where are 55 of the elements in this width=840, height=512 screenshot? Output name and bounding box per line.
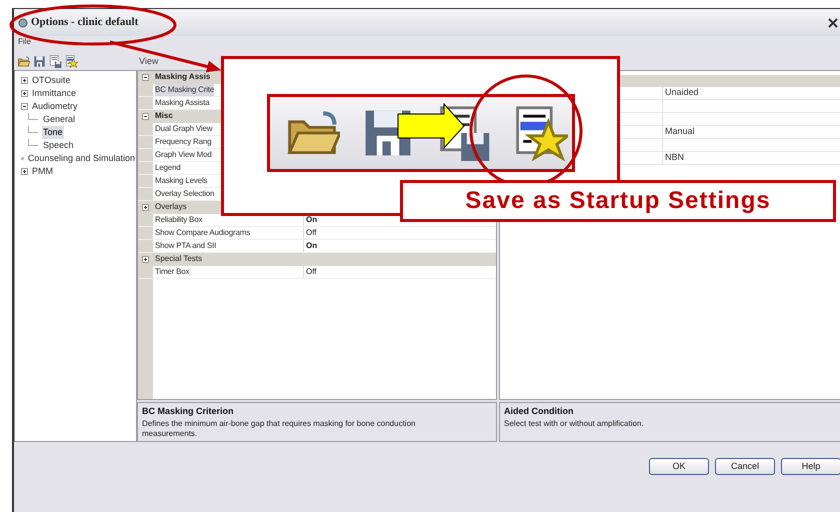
property-name[interactable]: Masking Assista — [155, 97, 210, 109]
property-value[interactable]: Off — [306, 266, 317, 278]
property-name[interactable]: Legend — [155, 162, 180, 174]
tree-item[interactable]: Tone — [42, 126, 64, 140]
category-label: Overlays — [154, 201, 187, 213]
property-value[interactable]: On — [306, 214, 318, 226]
callout-label: Save as Startup Settings — [465, 186, 771, 216]
window-title: Options - clinic default — [31, 15, 138, 30]
property-value[interactable]: On — [306, 240, 318, 252]
menu-item[interactable]: File — [18, 36, 31, 48]
tree-item[interactable]: PMM — [31, 164, 54, 178]
expand-icon[interactable] — [21, 90, 28, 97]
property-name[interactable]: Graph View Mod — [155, 149, 212, 161]
tree-item[interactable]: Counseling and Simulation — [26, 152, 136, 166]
tree-item[interactable]: OTOsuite — [31, 74, 72, 88]
expand-icon[interactable] — [21, 77, 28, 84]
tree-item[interactable]: Immittance — [31, 86, 78, 100]
collapse-icon[interactable] — [142, 74, 149, 81]
tree-item[interactable]: Speech — [42, 138, 75, 152]
big-arrow — [398, 102, 465, 150]
property-name[interactable]: Dual Graph View — [155, 123, 212, 135]
dialog-button[interactable]: Cancel — [715, 458, 775, 475]
property-name[interactable]: Frequency Rang — [155, 136, 212, 148]
grid-header: View — [139, 54, 158, 68]
document-star-icon[interactable] — [65, 55, 78, 68]
description-text: Select test with or without amplification. — [504, 418, 645, 428]
category-label: Misc — [154, 110, 173, 122]
property-value[interactable]: Manual — [665, 125, 695, 139]
tree-item[interactable]: General — [42, 112, 76, 126]
dialog-button[interactable]: OK — [649, 458, 709, 475]
description-text: Defines the minimum air-bone gap that requires masking for bone conduction measurements. — [142, 418, 416, 438]
property-value[interactable]: NBN — [665, 151, 684, 165]
close-icon[interactable] — [826, 16, 840, 30]
property-name[interactable]: Masking Levels — [155, 175, 208, 187]
property-value[interactable]: Unaided — [665, 86, 699, 100]
dialog-button[interactable]: Help — [781, 458, 840, 475]
category-label: Special Tests — [154, 253, 202, 265]
description-title: Aided Condition — [504, 405, 574, 418]
description-title: BC Masking Criterion — [142, 405, 235, 418]
property-name[interactable]: Show Compare Audiograms — [155, 227, 250, 239]
tree-item[interactable]: Audiometry — [31, 100, 79, 114]
expand-icon[interactable] — [142, 204, 149, 211]
expand-icon[interactable] — [21, 168, 28, 175]
collapse-icon[interactable] — [21, 103, 28, 110]
collapse-icon[interactable] — [142, 113, 149, 120]
property-value[interactable]: Off — [306, 227, 317, 239]
folder-icon[interactable] — [17, 55, 30, 68]
category-label: Masking Assis — [154, 71, 210, 83]
property-name[interactable]: BC Masking Crite — [155, 84, 214, 96]
property-name[interactable]: Reliability Box — [155, 214, 202, 226]
app-icon — [18, 18, 28, 28]
property-name[interactable]: Show PTA and SII — [155, 240, 216, 252]
expand-icon[interactable] — [142, 256, 149, 263]
property-name[interactable]: Timer Box — [155, 266, 190, 278]
property-name[interactable]: Overlay Selection — [155, 188, 214, 200]
